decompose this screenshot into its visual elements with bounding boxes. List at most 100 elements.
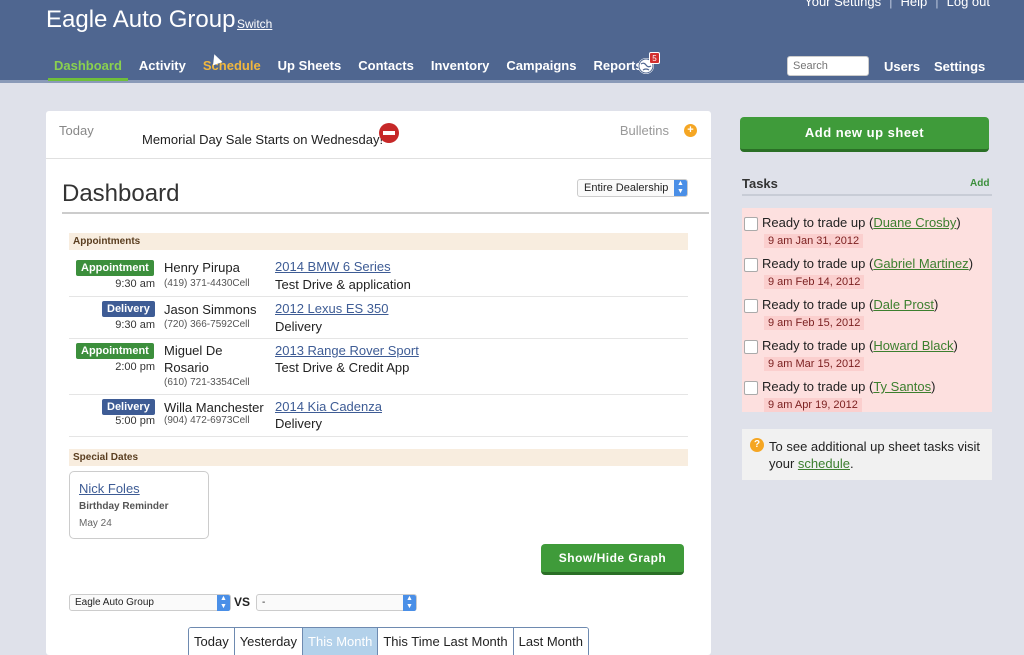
task-title: Ready to trade up xyxy=(762,256,866,271)
appointment-row: Delivery 9:30 am Jason Simmons (720) 366… xyxy=(69,297,688,339)
task-checkbox[interactable] xyxy=(744,258,758,272)
logout-link[interactable]: Log out xyxy=(947,0,990,9)
special-date-date: May 24 xyxy=(79,518,112,529)
add-up-sheet-button[interactable]: Add new up sheet xyxy=(740,117,989,152)
page-title: Dashboard xyxy=(62,180,180,207)
appointment-row: Appointment 9:30 am Henry Pirupa (419) 3… xyxy=(69,255,688,297)
task-contact-link[interactable]: Ty Santos xyxy=(873,379,931,394)
vehicle-link[interactable]: 2013 Range Rover Sport xyxy=(275,343,419,358)
task-item: Ready to trade up (Howard Black) 9 am Ma… xyxy=(742,335,992,375)
compare-right-select[interactable]: - ▲ ▼ xyxy=(256,594,417,611)
today-label: Today xyxy=(59,123,94,138)
appointment-purpose: Delivery xyxy=(275,319,322,334)
task-item: Ready to trade up (Dale Prost) 9 am Feb … xyxy=(742,294,992,334)
top-links: Your Settings | Help | Log out xyxy=(804,0,990,9)
task-text: Ready to trade up (Duane Crosby) xyxy=(762,215,961,230)
special-date-card: Nick Foles Birthday Reminder May 24 xyxy=(69,471,209,539)
period-tab-yesterday[interactable]: Yesterday xyxy=(234,628,304,655)
show-hide-graph-button[interactable]: Show/Hide Graph xyxy=(541,544,684,575)
appointment-time: 9:30 am xyxy=(115,278,155,290)
special-date-type: Birthday Reminder xyxy=(79,501,169,512)
your-settings-link[interactable]: Your Settings xyxy=(804,0,881,9)
appointment-purpose: Test Drive & application xyxy=(275,277,411,292)
task-contact-link[interactable]: Howard Black xyxy=(873,338,953,353)
appointments-header: Appointments xyxy=(69,233,688,250)
period-tab-this-month[interactable]: This Month xyxy=(303,628,379,655)
period-tab-today[interactable]: Today xyxy=(189,628,235,655)
select-arrows-icon: ▲ ▼ xyxy=(217,595,230,611)
compare-left-select[interactable]: Eagle Auto Group ▲ ▼ xyxy=(69,594,231,611)
nav-up-sheets[interactable]: Up Sheets xyxy=(278,58,342,73)
info-text: To see additional up sheet tasks visit y… xyxy=(769,438,989,472)
notification-badge: 5 xyxy=(649,52,660,64)
dashboard-panel: Today Memorial Day Sale Starts on Wednes… xyxy=(46,111,711,655)
task-text: Ready to trade up (Howard Black) xyxy=(762,338,958,353)
nav-activity[interactable]: Activity xyxy=(139,58,186,73)
nav-contacts[interactable]: Contacts xyxy=(358,58,414,73)
divider xyxy=(62,212,709,214)
nav-campaigns[interactable]: Campaigns xyxy=(506,58,576,73)
task-due-date: 9 am Apr 19, 2012 xyxy=(764,398,862,412)
nav-dashboard[interactable]: Dashboard xyxy=(48,58,128,81)
schedule-link[interactable]: schedule xyxy=(798,456,850,471)
select-arrows-icon: ▲ ▼ xyxy=(403,595,416,611)
task-contact-link[interactable]: Duane Crosby xyxy=(873,215,956,230)
header-divider xyxy=(0,80,1024,83)
customer-phone: (610) 721-3354Cell xyxy=(164,377,250,388)
customer-name: Jason Simmons xyxy=(164,302,257,317)
task-list: Ready to trade up (Duane Crosby) 9 am Ja… xyxy=(742,208,992,412)
special-date-contact-link[interactable]: Nick Foles xyxy=(79,481,140,496)
select-arrows-icon: ▲ ▼ xyxy=(674,180,687,196)
divider xyxy=(742,194,992,196)
switch-dealer-link[interactable]: Switch xyxy=(237,17,272,31)
bulletins-link[interactable]: Bulletins xyxy=(620,123,669,138)
nav-inventory[interactable]: Inventory xyxy=(431,58,490,73)
task-due-date: 9 am Mar 15, 2012 xyxy=(764,357,865,371)
period-tabs: Today Yesterday This Month This Time Las… xyxy=(188,627,589,655)
info-notice: ? To see additional up sheet tasks visit… xyxy=(742,429,992,480)
period-tab-this-time-last-month[interactable]: This Time Last Month xyxy=(378,628,514,655)
scope-select[interactable]: Entire Dealership ▲ ▼ xyxy=(577,179,688,197)
nav-reports[interactable]: Reports xyxy=(593,58,642,73)
task-title: Ready to trade up xyxy=(762,215,866,230)
question-icon: ? xyxy=(750,438,764,452)
info-end: . xyxy=(849,456,854,471)
add-bulletin-icon[interactable]: + xyxy=(684,124,697,137)
add-task-link[interactable]: Add xyxy=(970,178,989,189)
compare-left-value: Eagle Auto Group xyxy=(75,597,154,608)
task-checkbox[interactable] xyxy=(744,381,758,395)
appointment-purpose: Test Drive & Credit App xyxy=(275,360,410,375)
task-text: Ready to trade up (Gabriel Martinez) xyxy=(762,256,974,271)
customer-phone: (419) 371-4430Cell xyxy=(164,278,250,289)
help-link[interactable]: Help xyxy=(900,0,927,9)
task-contact-link[interactable]: Dale Prost xyxy=(873,297,934,312)
appointment-time: 9:30 am xyxy=(115,319,155,331)
main-nav: Dashboard Activity Schedule Up Sheets Co… xyxy=(48,58,660,81)
task-checkbox[interactable] xyxy=(744,217,758,231)
customer-name: Miguel De Rosario xyxy=(164,343,223,375)
vehicle-link[interactable]: 2014 Kia Cadenza xyxy=(275,399,382,414)
separator: | xyxy=(935,0,939,9)
period-tab-last-month[interactable]: Last Month xyxy=(513,628,588,655)
search-input[interactable] xyxy=(787,56,869,76)
task-text: Ready to trade up (Dale Prost) xyxy=(762,297,939,312)
customer-phone: (904) 472-6973Cell xyxy=(164,415,250,426)
nav-settings[interactable]: Settings xyxy=(934,59,985,74)
vehicle-link[interactable]: 2012 Lexus ES 350 xyxy=(275,301,388,316)
delivery-badge: Delivery xyxy=(102,301,155,317)
appointment-purpose: Delivery xyxy=(275,416,322,431)
bulletin-bar: Today Memorial Day Sale Starts on Wednes… xyxy=(46,111,711,159)
task-item: Ready to trade up (Duane Crosby) 9 am Ja… xyxy=(742,212,992,252)
vs-label: VS xyxy=(234,595,251,609)
task-checkbox[interactable] xyxy=(744,340,758,354)
task-due-date: 9 am Feb 15, 2012 xyxy=(764,316,865,330)
appointment-time: 5:00 pm xyxy=(115,415,155,427)
nav-users[interactable]: Users xyxy=(884,59,920,74)
task-contact-link[interactable]: Gabriel Martinez xyxy=(873,256,968,271)
customer-name: Willa Manchester xyxy=(164,400,264,415)
vehicle-link[interactable]: 2014 BMW 6 Series xyxy=(275,259,391,274)
delivery-badge: Delivery xyxy=(102,399,155,415)
task-due-date: 9 am Jan 31, 2012 xyxy=(764,234,864,248)
task-checkbox[interactable] xyxy=(744,299,758,313)
dismiss-bulletin-icon[interactable] xyxy=(379,123,399,143)
